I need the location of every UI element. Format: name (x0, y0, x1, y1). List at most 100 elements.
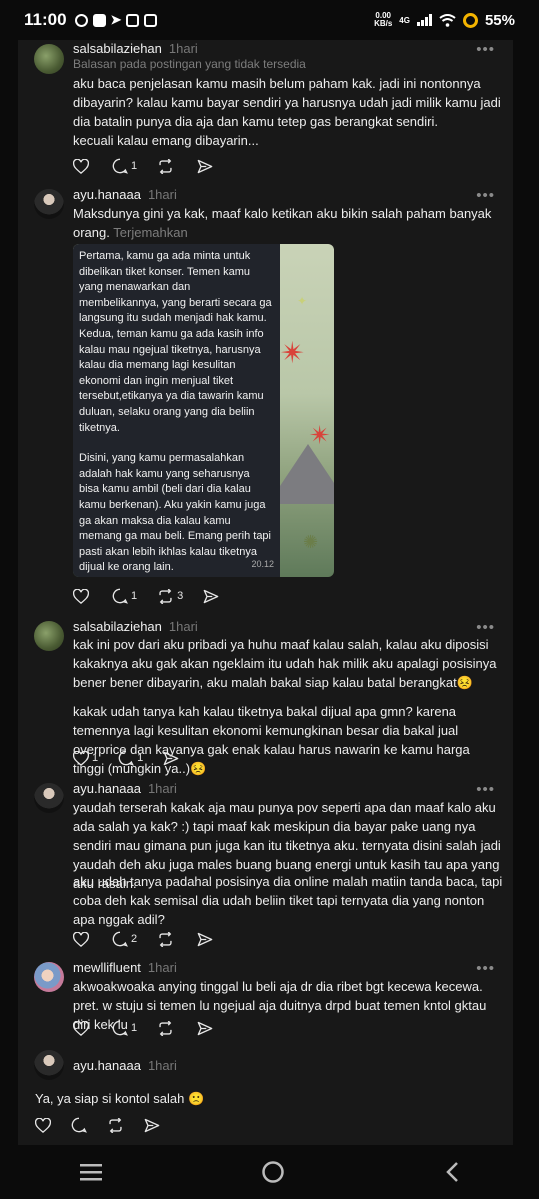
repost-button[interactable]: 3 (157, 588, 184, 604)
repost-icon (159, 931, 172, 947)
like-button[interactable] (35, 1117, 51, 1133)
post-actions: 1 3 (73, 588, 219, 604)
repost-icon (159, 158, 172, 174)
reply-note: Balasan pada postingan yang tidak tersed… (73, 57, 306, 71)
chat-bubble: Pertama, kamu ga ada minta untuk dibelik… (73, 244, 280, 577)
battery-percent: 55% (484, 11, 515, 29)
like-button[interactable]: 1 (73, 750, 99, 766)
thread-panel: salsabilaziehan 1hari ••• Balasan pada p… (18, 40, 513, 1145)
post-text: aku baca penjelasan kamu masih belum pah… (73, 76, 501, 129)
reply-count: 1 (131, 160, 138, 172)
chat-message: Pertama, kamu ga ada minta untuk dibelik… (79, 250, 272, 434)
share-button[interactable] (144, 1118, 160, 1133)
avatar[interactable] (34, 189, 64, 219)
share-button[interactable] (197, 159, 213, 174)
speech-bubble-icon (112, 158, 128, 174)
post-text: kak ini pov dari aku pribadi ya huhu maa… (73, 637, 497, 690)
username[interactable]: salsabilaziehan (73, 41, 162, 56)
avatar[interactable] (34, 783, 64, 813)
send-icon (197, 1021, 213, 1035)
heart-icon (73, 588, 89, 604)
reply-count: 2 (131, 933, 138, 945)
heart-icon (73, 931, 89, 947)
username[interactable]: mewllifluent (73, 960, 141, 975)
translate-link[interactable]: Terjemahkan (113, 225, 187, 240)
more-dots-icon[interactable]: ••• (476, 41, 495, 58)
repost-count: 3 (177, 590, 184, 602)
time-ago: 1hari (147, 960, 177, 975)
repost-button[interactable] (107, 1117, 124, 1133)
time-ago: 1hari (168, 619, 198, 634)
send-icon (197, 932, 213, 946)
avatar[interactable] (34, 962, 64, 992)
heart-icon (35, 1117, 51, 1133)
avatar[interactable] (34, 621, 64, 651)
app-icon (92, 13, 106, 27)
speech-bubble-icon (112, 931, 128, 947)
reply-button[interactable]: 1 (118, 750, 143, 766)
send-icon (144, 1118, 160, 1132)
like-button[interactable] (73, 1020, 92, 1036)
share-button[interactable] (197, 1021, 213, 1036)
heart-icon (73, 1020, 89, 1036)
share-button[interactable] (163, 751, 179, 766)
home-circle-icon[interactable] (261, 1160, 285, 1184)
telegram-icon: ➤ (110, 12, 122, 27)
time-ago: 1hari (147, 187, 177, 202)
reply-button[interactable]: 1 (112, 1020, 137, 1036)
like-button[interactable] (73, 158, 92, 174)
like-count: 1 (92, 752, 99, 764)
network-type: 4G (399, 15, 410, 25)
star-decoration: ✦ (297, 294, 308, 308)
like-button[interactable] (73, 588, 92, 604)
share-button[interactable] (197, 932, 213, 947)
post-actions: 1 (73, 158, 213, 174)
whatsapp-icon (74, 13, 88, 27)
chat-time: 20.12 (251, 559, 274, 570)
back-chevron-icon[interactable] (444, 1161, 460, 1183)
post-text: kakak udah tanya kah kalau tiketnya baka… (73, 704, 470, 776)
more-dots-icon[interactable]: ••• (476, 960, 495, 977)
repost-icon (159, 588, 172, 604)
system-nav-bar (0, 1145, 539, 1199)
heart-icon (73, 158, 89, 174)
username[interactable]: ayu.hanaaa (73, 187, 141, 202)
post-text: Maksdunya gini ya kak, maaf kalo ketikan… (73, 204, 503, 242)
time-ago: 1hari (147, 781, 177, 796)
reply-count: 1 (131, 590, 138, 602)
flower-decoration: ✺ (303, 532, 319, 552)
star-decoration: ✴ (280, 337, 306, 370)
avatar[interactable] (34, 1050, 64, 1080)
like-button[interactable] (73, 931, 92, 947)
reply-button[interactable] (71, 1117, 87, 1133)
username[interactable]: salsabilaziehan (73, 619, 162, 634)
username[interactable]: ayu.hanaaa (73, 1058, 141, 1073)
chat-message: Disini, yang kamu permasalahkan adalah h… (79, 452, 271, 574)
send-icon (203, 589, 219, 603)
repost-button[interactable] (157, 158, 177, 174)
post-text: kecuali kalau emang dibayarin... (73, 133, 259, 148)
speech-bubble-icon (71, 1117, 87, 1133)
battery-ring-icon (462, 12, 478, 28)
more-dots-icon[interactable]: ••• (476, 187, 495, 204)
repost-icon (109, 1117, 122, 1133)
repost-icon (159, 1020, 172, 1036)
speech-bubble-icon (112, 588, 128, 604)
reply-count: 1 (131, 1022, 138, 1034)
more-dots-icon[interactable]: ••• (476, 781, 495, 798)
menu-icon[interactable] (79, 1163, 102, 1181)
repost-button[interactable] (157, 931, 177, 947)
reply-button[interactable]: 1 (112, 588, 137, 604)
username[interactable]: ayu.hanaaa (73, 781, 141, 796)
reply-button[interactable]: 2 (112, 931, 137, 947)
repost-button[interactable] (157, 1020, 177, 1036)
send-icon (197, 159, 213, 173)
more-dots-icon[interactable]: ••• (476, 619, 495, 636)
wallet-icon (144, 13, 158, 27)
reply-button[interactable]: 1 (112, 158, 137, 174)
chat-screenshot-image[interactable]: ✴ ✴ ✦ ✺ Pertama, kamu ga ada minta untuk… (73, 244, 334, 577)
share-button[interactable] (203, 589, 219, 604)
status-time: 11:00 (24, 10, 67, 29)
avatar[interactable] (34, 44, 64, 74)
wifi-icon (439, 13, 456, 27)
